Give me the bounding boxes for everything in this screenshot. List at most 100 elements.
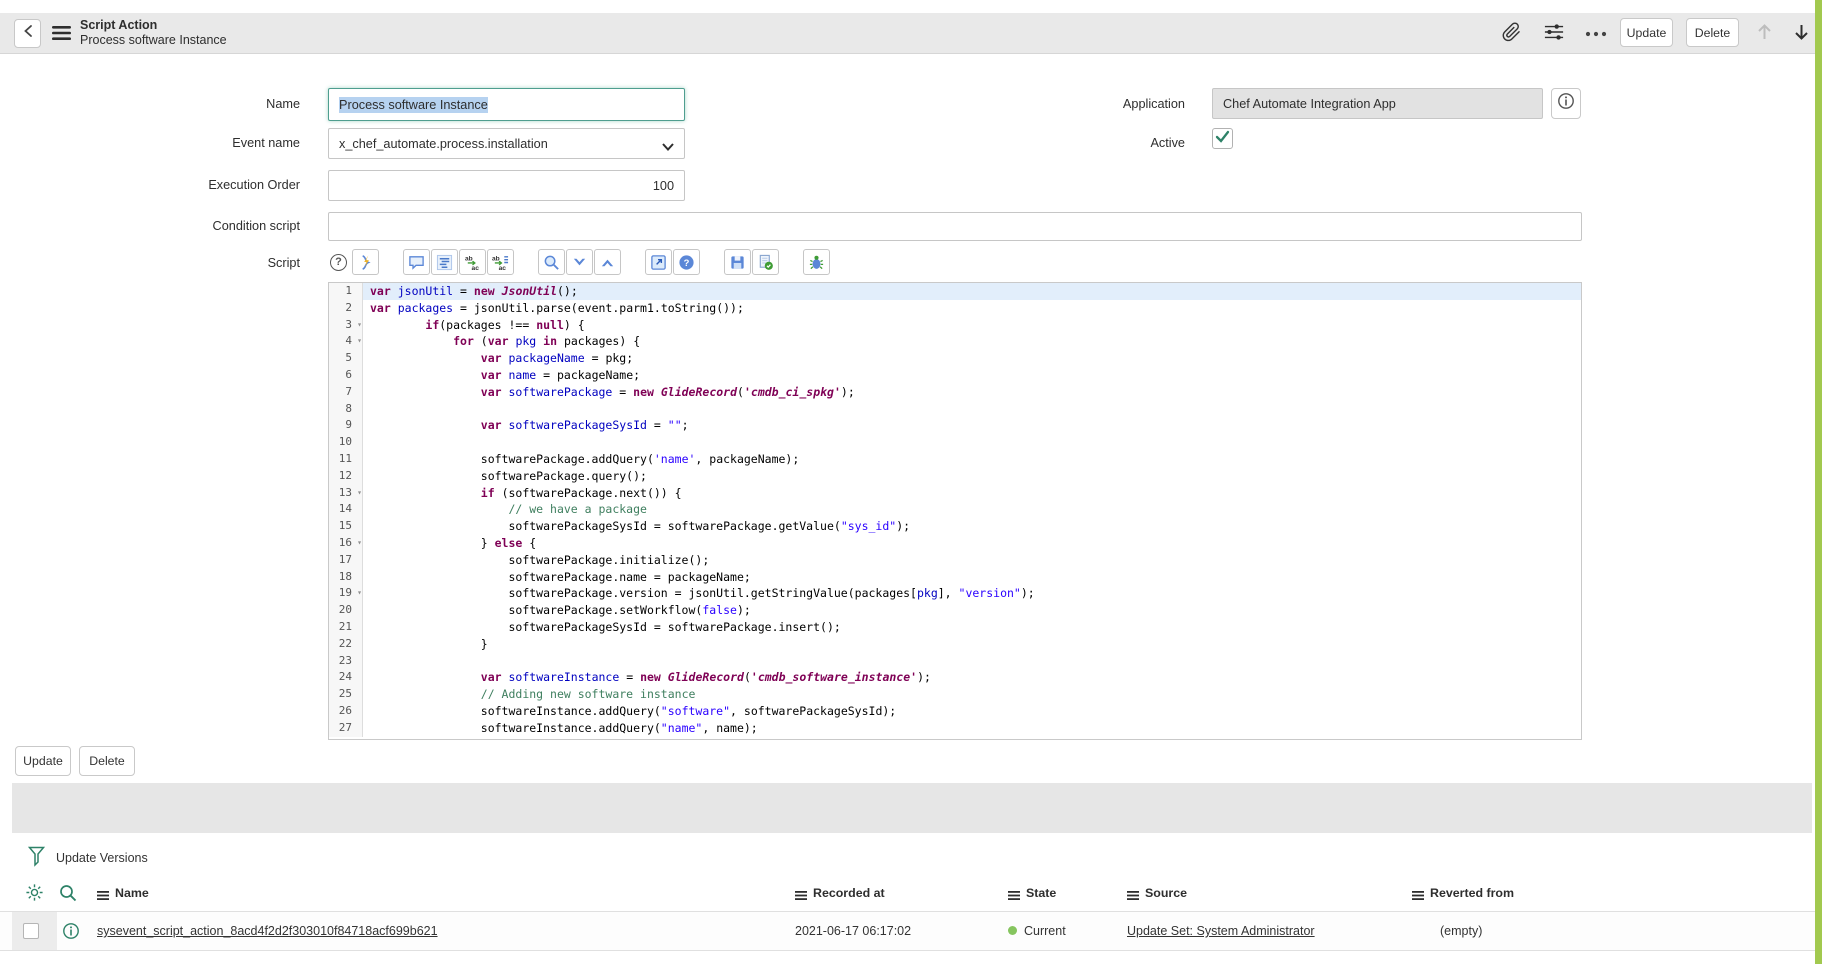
update-button-header[interactable]: Update xyxy=(1620,18,1673,47)
fold-marker-icon[interactable]: ▾ xyxy=(357,333,362,350)
code-line[interactable]: 15 softwarePackageSysId = softwarePackag… xyxy=(329,518,1581,535)
source-link[interactable]: Update Set: System Administrator xyxy=(1127,924,1315,938)
code-line[interactable]: 16▾ } else { xyxy=(329,535,1581,552)
search-button[interactable] xyxy=(538,249,565,275)
toggle-comment-button[interactable] xyxy=(403,249,430,275)
name-input[interactable]: Process software Instance xyxy=(328,88,685,121)
event-name-select[interactable]: x_chef_automate.process.installation xyxy=(328,128,685,159)
code-line[interactable]: 2var packages = jsonUtil.parse(event.par… xyxy=(329,300,1581,317)
delete-button-footer[interactable]: Delete xyxy=(79,746,135,776)
execution-order-input[interactable]: 100 xyxy=(328,170,685,201)
version-name-link[interactable]: sysevent_script_action_8acd4f2d2f303010f… xyxy=(97,924,438,938)
code-line[interactable]: 11 softwarePackage.addQuery('name', pack… xyxy=(329,451,1581,468)
code-line[interactable]: 1var jsonUtil = new JsonUtil(); xyxy=(329,283,1581,300)
delete-button-header[interactable]: Delete xyxy=(1686,18,1739,47)
form-context-menu-icon[interactable] xyxy=(52,25,71,41)
save-button[interactable] xyxy=(724,249,751,275)
chevron-left-icon xyxy=(22,24,34,43)
code-line[interactable]: 17 softwarePackage.initialize(); xyxy=(329,552,1581,569)
name-value-selected-text: Process software Instance xyxy=(339,97,488,113)
list-column-search-icon[interactable] xyxy=(59,884,77,907)
column-menu-icon[interactable] xyxy=(1412,889,1424,898)
syntax-check-button[interactable] xyxy=(752,249,779,275)
search-icon xyxy=(543,254,560,271)
find-next-icon xyxy=(571,254,588,271)
info-circle-icon xyxy=(1557,92,1575,115)
code-line[interactable]: 26 softwareInstance.addQuery("software",… xyxy=(329,703,1581,720)
previous-record-button[interactable] xyxy=(1752,22,1776,46)
open-in-new-window-button[interactable] xyxy=(645,249,672,275)
code-line[interactable]: 3▾ if(packages !== null) { xyxy=(329,317,1581,334)
attachment-button[interactable] xyxy=(1500,22,1524,46)
column-menu-icon[interactable] xyxy=(97,889,109,898)
code-line[interactable]: 13▾ if (softwarePackage.next()) { xyxy=(329,485,1581,502)
next-record-button[interactable] xyxy=(1789,22,1813,46)
column-header-state[interactable]: State xyxy=(1008,886,1056,900)
code-line[interactable]: 7 var softwarePackage = new GlideRecord(… xyxy=(329,384,1581,401)
line-number: 17 xyxy=(329,552,363,569)
code-line[interactable]: 21 softwarePackageSysId = softwarePackag… xyxy=(329,619,1581,636)
active-checkbox[interactable] xyxy=(1212,128,1233,149)
column-menu-icon[interactable] xyxy=(1127,889,1139,898)
code-line[interactable]: 19▾ softwarePackage.version = jsonUtil.g… xyxy=(329,585,1581,602)
code-line[interactable]: 5 var packageName = pkg; xyxy=(329,350,1581,367)
code-line[interactable]: 8 xyxy=(329,401,1581,418)
code-line[interactable]: 4▾ for (var pkg in packages) { xyxy=(329,333,1581,350)
condition-script-label: Condition script xyxy=(60,219,300,233)
syntax-editor-toggle-button[interactable] xyxy=(352,249,379,275)
condition-script-input[interactable] xyxy=(328,212,1582,241)
code-line[interactable]: 9 var softwarePackageSysId = ""; xyxy=(329,417,1581,434)
code-line[interactable]: 18 softwarePackage.name = packageName; xyxy=(329,569,1581,586)
more-options-button[interactable] xyxy=(1584,22,1608,46)
find-previous-button[interactable] xyxy=(594,249,621,275)
debug-button[interactable] xyxy=(803,249,830,275)
fold-marker-icon[interactable]: ▾ xyxy=(357,485,362,502)
line-number: 24 xyxy=(329,669,363,686)
back-button[interactable] xyxy=(14,19,41,48)
line-number: 1 xyxy=(329,283,363,300)
list-breadcrumb[interactable]: Update Versions xyxy=(56,851,148,865)
code-line[interactable]: 24 var softwareInstance = new GlideRecor… xyxy=(329,669,1581,686)
code-line[interactable]: 23 xyxy=(329,653,1581,670)
column-menu-icon[interactable] xyxy=(795,889,807,898)
application-reference-info-button[interactable] xyxy=(1551,88,1581,119)
code-line[interactable]: 12 softwarePackage.query(); xyxy=(329,468,1581,485)
code-line[interactable]: 14 // we have a package xyxy=(329,501,1581,518)
code-line[interactable]: 27 softwareInstance.addQuery("name", nam… xyxy=(329,720,1581,737)
find-next-button[interactable] xyxy=(566,249,593,275)
personalize-form-button[interactable] xyxy=(1542,22,1566,46)
toggle-comment-icon xyxy=(408,254,425,271)
code-line[interactable]: 22 } xyxy=(329,636,1581,653)
row-preview-info-icon[interactable] xyxy=(62,922,80,945)
list-settings-gear-icon[interactable] xyxy=(25,883,44,907)
column-header-source[interactable]: Source xyxy=(1127,886,1187,900)
row-checkbox-cell xyxy=(12,912,57,950)
format-code-icon xyxy=(436,254,453,271)
checkmark-icon xyxy=(1215,130,1230,148)
line-number: 12 xyxy=(329,468,363,485)
line-number: 2 xyxy=(329,300,363,317)
editor-help-button[interactable]: ? xyxy=(673,249,700,275)
line-number: 4▾ xyxy=(329,333,363,350)
column-header-name[interactable]: Name xyxy=(97,886,149,900)
script-code-editor[interactable]: 1var jsonUtil = new JsonUtil();2var pack… xyxy=(328,282,1582,740)
column-header-recorded-at[interactable]: Recorded at xyxy=(795,886,885,900)
column-header-reverted-from[interactable]: Reverted from xyxy=(1412,886,1514,900)
column-menu-icon[interactable] xyxy=(1008,889,1020,898)
code-line[interactable]: 10 xyxy=(329,434,1581,451)
fold-marker-icon[interactable]: ▾ xyxy=(357,535,362,552)
save-icon xyxy=(729,254,746,271)
fold-marker-icon[interactable]: ▾ xyxy=(357,317,362,334)
code-line[interactable]: 20 softwarePackage.setWorkflow(false); xyxy=(329,602,1581,619)
update-button-footer[interactable]: Update xyxy=(15,746,71,776)
replace-all-button[interactable]: abac xyxy=(487,249,514,275)
code-line[interactable]: 25 // Adding new software instance xyxy=(329,686,1581,703)
code-line[interactable]: 6 var name = packageName; xyxy=(329,367,1581,384)
row-checkbox[interactable] xyxy=(23,923,39,939)
replace-button[interactable]: abac xyxy=(459,249,486,275)
filter-funnel-icon[interactable] xyxy=(28,846,45,872)
recorded-at-cell: 2021-06-17 06:17:02 xyxy=(795,924,911,938)
fold-marker-icon[interactable]: ▾ xyxy=(357,585,362,602)
format-code-button[interactable] xyxy=(431,249,458,275)
script-help-icon[interactable]: ? xyxy=(330,254,347,271)
